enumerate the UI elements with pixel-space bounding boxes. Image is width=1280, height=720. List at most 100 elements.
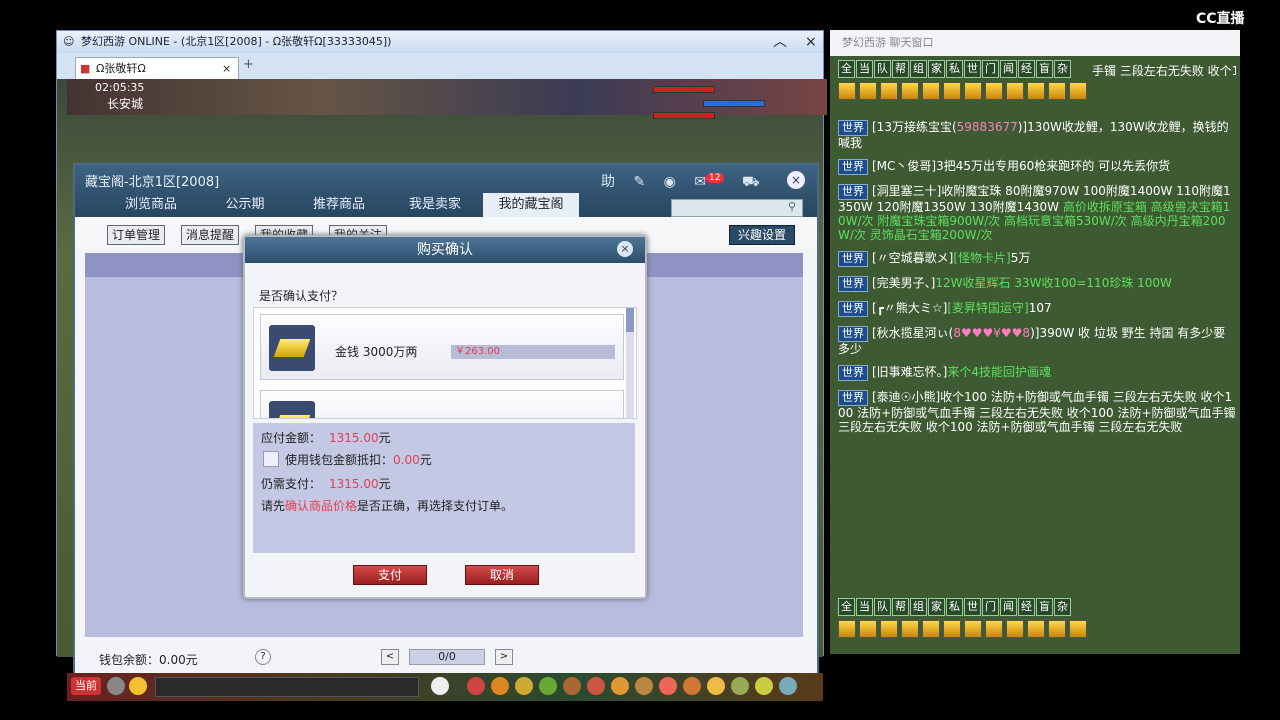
search-icon[interactable] — [901, 620, 919, 638]
channel-misc[interactable]: 杂 — [1054, 60, 1071, 78]
panel-search-input[interactable]: ⚲ — [671, 199, 803, 217]
game-scene[interactable]: 02:05:35 长安城 藏宝阁-北京1区[2008] 助 ✎ ◉ ✉ 12 ⛟ … — [57, 79, 827, 701]
friend-icon[interactable] — [611, 677, 629, 695]
team-icon[interactable] — [515, 677, 533, 695]
emoji-icon[interactable] — [129, 677, 147, 695]
pay-button[interactable]: 支付 — [353, 565, 427, 585]
bubble-icon[interactable] — [1027, 620, 1045, 638]
channel-blind[interactable]: 盲 — [1036, 60, 1053, 78]
help-question-icon[interactable]: ? — [255, 649, 271, 665]
lock-icon[interactable] — [964, 82, 982, 100]
game-chat-input[interactable] — [155, 677, 419, 697]
search-icon[interactable]: ⚲ — [788, 200, 796, 213]
message-remind-button[interactable]: 消息提醒 — [181, 225, 240, 245]
cart-icon[interactable]: ⛟ — [742, 174, 760, 190]
settings-gear-icon[interactable] — [779, 677, 797, 695]
game-tab[interactable]: ■ Ω张敬轩Ω × — [75, 57, 239, 80]
record-icon[interactable]: ◉ — [664, 174, 676, 190]
channel-world[interactable]: 世 — [964, 60, 981, 78]
task-icon[interactable] — [587, 677, 605, 695]
scrollbar-thumb[interactable] — [626, 308, 634, 332]
wallet-deduct-checkbox[interactable] — [263, 451, 279, 467]
tab-browse[interactable]: 浏览商品 — [103, 193, 199, 217]
channel-trade[interactable]: 经 — [1018, 60, 1035, 78]
arrow-up-icon[interactable] — [859, 620, 877, 638]
channel-misc[interactable]: 杂 — [1054, 598, 1071, 616]
channel-team[interactable]: 队 — [874, 60, 891, 78]
page-next-button[interactable]: > — [495, 649, 513, 665]
channel-team[interactable]: 队 — [874, 598, 891, 616]
channel-sect[interactable]: 门 — [982, 60, 999, 78]
channel-guild[interactable]: 帮 — [892, 60, 909, 78]
channel-private[interactable]: 私 — [946, 60, 963, 78]
confirm-price-link[interactable]: 确认商品价格 — [285, 499, 357, 513]
channel-sect[interactable]: 门 — [982, 598, 999, 616]
arrow-left-icon[interactable] — [838, 82, 856, 100]
channel-private[interactable]: 私 — [946, 598, 963, 616]
list-item[interactable] — [260, 390, 624, 418]
minimize-button[interactable]: ︿ — [773, 31, 787, 53]
channel-world[interactable]: 世 — [964, 598, 981, 616]
bubble-icon[interactable] — [1027, 82, 1045, 100]
skill-icon[interactable] — [539, 677, 557, 695]
list-item[interactable]: 金钱 3000万两 ￥263.00 — [260, 314, 624, 380]
search-icon[interactable] — [901, 82, 919, 100]
current-channel-button[interactable]: 当前 — [71, 677, 101, 695]
channel-group[interactable]: 组 — [910, 60, 927, 78]
clear-icon[interactable] — [922, 620, 940, 638]
channel-news[interactable]: 闻 — [1000, 598, 1017, 616]
folder-icon[interactable] — [1006, 82, 1024, 100]
channel-all[interactable]: 全 — [838, 60, 855, 78]
gift-icon[interactable] — [491, 677, 509, 695]
tab-recommended[interactable]: 推荐商品 — [291, 193, 387, 217]
folder-icon[interactable] — [1006, 620, 1024, 638]
channel-all[interactable]: 全 — [838, 598, 855, 616]
channel-current[interactable]: 当 — [856, 598, 873, 616]
message-icon[interactable]: ✉ 12 — [694, 173, 724, 190]
interest-settings-button[interactable]: 兴趣设置 — [729, 225, 796, 245]
note-icon[interactable] — [1048, 620, 1066, 638]
dropdown-icon[interactable] — [1069, 82, 1087, 100]
arrow-left-icon[interactable] — [838, 620, 856, 638]
cancel-button[interactable]: 取消 — [465, 565, 539, 585]
channel-family[interactable]: 家 — [928, 60, 945, 78]
dialog-close-button[interactable]: × — [617, 241, 633, 257]
brush-icon[interactable] — [985, 620, 1003, 638]
bag-icon[interactable] — [467, 677, 485, 695]
channel-family[interactable]: 家 — [928, 598, 945, 616]
help-icon[interactable]: 助 — [601, 174, 615, 190]
chat-message-text[interactable]: 33W收100=110珍珠 100W — [1011, 276, 1172, 290]
edit-icon[interactable]: ✎ — [633, 174, 645, 190]
activity-icon[interactable] — [683, 677, 701, 695]
arrow-down-icon[interactable] — [880, 82, 898, 100]
tab-public[interactable]: 公示期 — [199, 193, 291, 217]
chat-message-text[interactable]: [麦昇特国运守] — [947, 301, 1028, 315]
arrow-up-icon[interactable] — [859, 82, 877, 100]
pet-icon[interactable] — [431, 677, 449, 695]
tab-close-icon[interactable]: × — [222, 58, 231, 80]
shop-icon[interactable] — [659, 677, 677, 695]
lock-icon[interactable] — [964, 620, 982, 638]
channel-group[interactable]: 组 — [910, 598, 927, 616]
brush-icon[interactable] — [985, 82, 1003, 100]
window-close-button[interactable]: × — [805, 31, 817, 53]
guild-icon[interactable] — [563, 677, 581, 695]
chat-message-text[interactable]: [怪物卡片] — [953, 251, 1010, 265]
microphone-icon[interactable] — [107, 677, 125, 695]
clear-icon[interactable] — [922, 82, 940, 100]
new-tab-button[interactable]: + — [243, 57, 254, 72]
panel-close-button[interactable]: × — [787, 171, 805, 189]
dropdown-icon[interactable] — [1069, 620, 1087, 638]
system-icon[interactable] — [755, 677, 773, 695]
arrow-down-icon[interactable] — [880, 620, 898, 638]
page-prev-button[interactable]: < — [381, 649, 399, 665]
tab-my-pavilion[interactable]: 我的藏宝阁 — [483, 193, 579, 217]
channel-news[interactable]: 闻 — [1000, 60, 1017, 78]
channel-blind[interactable]: 盲 — [1036, 598, 1053, 616]
channel-current[interactable]: 当 — [856, 60, 873, 78]
tab-seller[interactable]: 我是卖家 — [387, 193, 483, 217]
map-icon[interactable] — [731, 677, 749, 695]
order-manage-button[interactable]: 订单管理 — [107, 225, 166, 245]
chat-message-text[interactable]: 来个4技能回护画魂 — [947, 365, 1051, 379]
grid-icon[interactable] — [943, 620, 961, 638]
